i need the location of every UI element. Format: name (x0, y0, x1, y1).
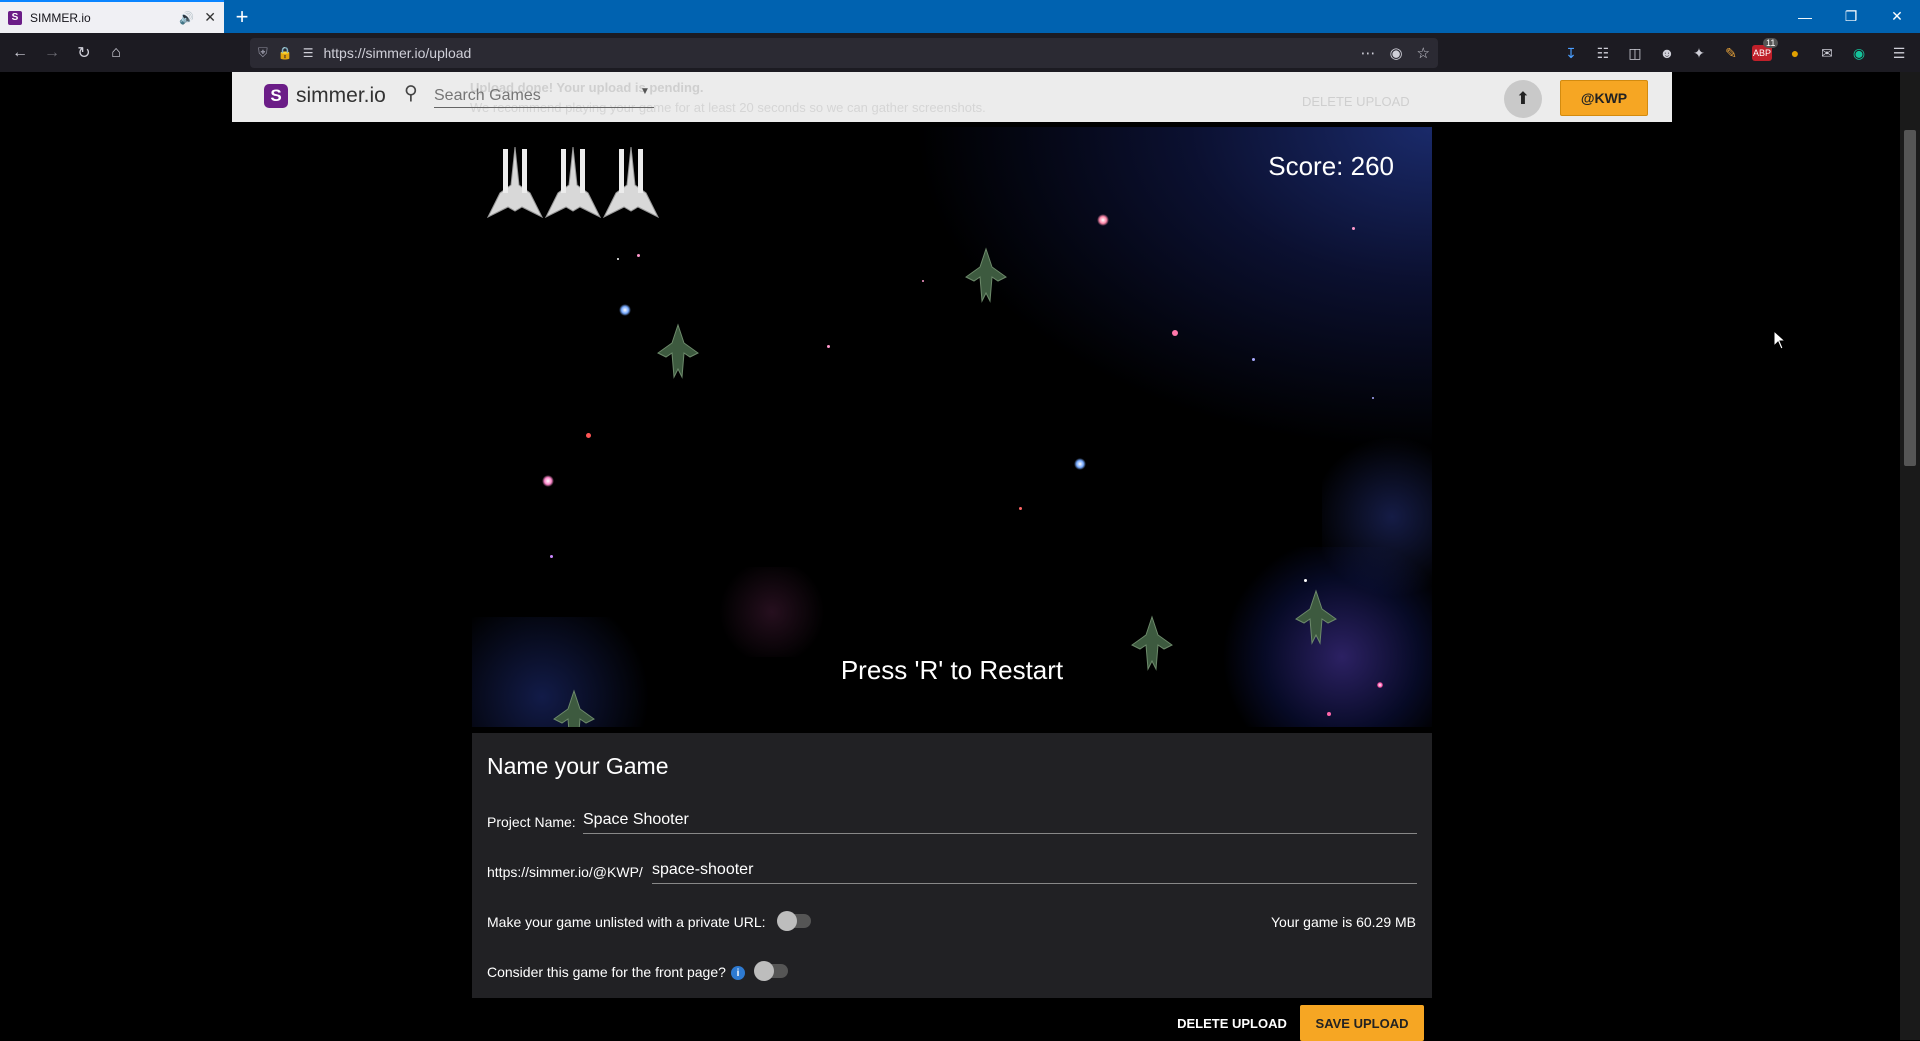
site-permissions-icon[interactable]: ☰ (303, 46, 314, 60)
upload-button[interactable]: ⬆ (1504, 80, 1542, 118)
star (827, 345, 830, 348)
restore-icon[interactable]: ❐ (1828, 0, 1874, 33)
simmer-logo-icon[interactable]: S (264, 84, 288, 108)
delete-upload-button[interactable]: DELETE UPLOAD (1172, 1008, 1292, 1038)
window-close-icon[interactable]: ✕ (1874, 0, 1920, 33)
game-canvas[interactable]: Score: 260 Press 'R' to Restart (472, 127, 1432, 727)
reload-icon[interactable]: ↻ (68, 43, 100, 63)
sidebar-icon[interactable]: ◫ (1624, 42, 1646, 64)
unlisted-toggle[interactable] (777, 911, 811, 931)
url-prefix-label: https://simmer.io/@KWP/ (487, 864, 643, 880)
restart-prompt: Press 'R' to Restart (840, 655, 1064, 685)
frontpage-toggle[interactable] (754, 961, 788, 981)
home-icon[interactable]: ⌂ (100, 44, 132, 62)
extension-icon[interactable]: ✦ (1688, 42, 1710, 64)
notice-delete-link[interactable]: DELETE UPLOAD (1302, 94, 1410, 109)
star (1074, 458, 1086, 470)
search-icon[interactable]: ⚲ (404, 82, 418, 105)
menu-icon[interactable]: ☰ (1888, 42, 1910, 64)
info-icon[interactable]: i (731, 966, 745, 980)
search-input[interactable] (434, 84, 654, 108)
star (1352, 227, 1355, 230)
enemy-ship-icon (1295, 589, 1337, 645)
user-menu-button[interactable]: @KWP (1560, 80, 1648, 116)
enemy-ship-icon (553, 689, 595, 727)
search-dropdown-icon[interactable]: ▼ (640, 86, 650, 97)
color-extension-icon[interactable]: ● (1784, 42, 1806, 64)
url-text[interactable]: https://simmer.io/upload (323, 45, 1346, 61)
toggle-knob (777, 911, 797, 931)
toggle-knob (754, 961, 774, 981)
lock-icon[interactable]: 🔒 (278, 46, 293, 60)
nebula (1322, 427, 1432, 607)
star (922, 280, 924, 282)
browser-titlebar (0, 0, 1920, 33)
bookmark-star-icon[interactable]: ☆ (1417, 44, 1430, 62)
enemy-ship-icon (1131, 615, 1173, 671)
tab-title: SIMMER.io (30, 10, 91, 25)
pocket-icon[interactable]: ◉ (1389, 44, 1402, 62)
nebula (712, 567, 832, 657)
form-title: Name your Game (487, 753, 669, 779)
star (1304, 579, 1307, 582)
forward-icon[interactable]: → (36, 44, 68, 62)
favicon-icon: S (8, 10, 22, 25)
enemy-ship-icon (657, 323, 699, 379)
tab-close-icon[interactable]: ✕ (204, 9, 216, 26)
star (1172, 330, 1178, 336)
back-icon[interactable]: ← (4, 44, 36, 62)
project-name-label: Project Name: (487, 814, 576, 830)
site-logo-text[interactable]: simmer.io (296, 84, 386, 108)
game-size-text: Your game is 60.29 MB (1271, 914, 1417, 930)
star (586, 433, 591, 438)
star (1019, 507, 1022, 510)
star (542, 475, 554, 487)
life-ship-icon (602, 146, 660, 219)
life-ship-icon (486, 146, 544, 219)
star (637, 254, 640, 257)
shield-icon[interactable]: ⛨ (258, 45, 268, 61)
enemy-ship-icon (965, 247, 1007, 303)
browser-tab[interactable]: S SIMMER.io 🔊 ✕ (0, 0, 224, 33)
mail-icon[interactable]: ✉ (1816, 42, 1838, 64)
minimize-icon[interactable]: — (1782, 0, 1828, 33)
life-ship-icon (544, 146, 602, 219)
upload-icon: ⬆ (1515, 89, 1531, 108)
score-display: Score: 260 (1268, 151, 1394, 181)
speaker-icon[interactable]: 🔊 (179, 11, 194, 25)
adblock-count-badge: 11 (1763, 38, 1779, 48)
grammarly-icon[interactable]: ◉ (1848, 42, 1870, 64)
star (1097, 214, 1109, 226)
star (1327, 712, 1331, 716)
page-actions-icon[interactable]: ⋯ (1360, 44, 1375, 62)
frontpage-label: Consider this game for the front page? (487, 964, 726, 980)
pencil-extension-icon[interactable]: ✎ (1720, 42, 1742, 64)
library-icon[interactable]: ☷ (1592, 42, 1614, 64)
star (1372, 397, 1374, 399)
account-icon[interactable]: ☻ (1656, 42, 1678, 64)
save-upload-button[interactable]: SAVE UPLOAD (1300, 1005, 1424, 1041)
star (550, 555, 553, 558)
star (1252, 358, 1255, 361)
scrollbar-thumb[interactable] (1904, 130, 1916, 466)
url-bar[interactable]: ⛨ 🔒 ☰ https://simmer.io/upload ⋯ ◉ ☆ (250, 38, 1438, 68)
unlisted-label: Make your game unlisted with a private U… (487, 914, 766, 930)
new-tab-button[interactable]: + (228, 3, 256, 31)
mouse-cursor-icon (1773, 330, 1787, 350)
project-name-input[interactable] (583, 811, 1417, 834)
star (619, 304, 631, 316)
game-url-input[interactable] (652, 861, 1417, 884)
downloads-icon[interactable]: ↧ (1560, 42, 1582, 64)
star (617, 258, 619, 260)
